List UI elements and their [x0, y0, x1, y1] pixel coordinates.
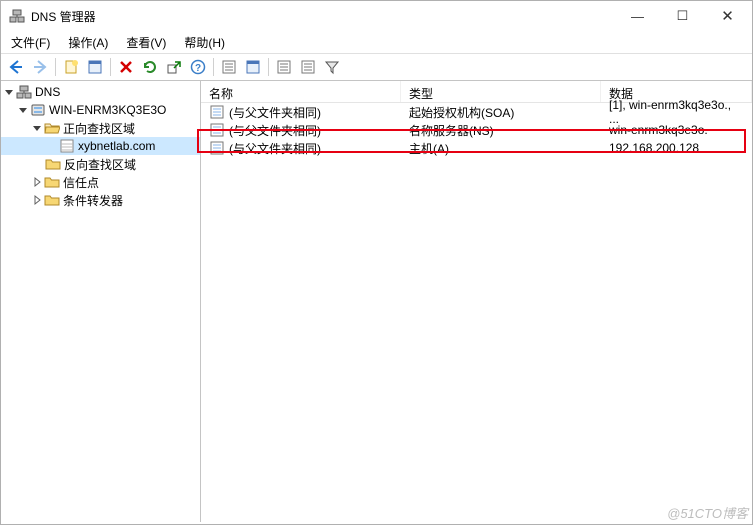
- dns-icon: [16, 84, 32, 100]
- record-list: 名称 类型 数据 (与父文件夹相同) 起始授权机构(SOA) [1], win-…: [201, 81, 752, 522]
- twisty-icon[interactable]: [31, 122, 43, 134]
- menu-view[interactable]: 查看(V): [118, 32, 174, 53]
- twisty-icon[interactable]: [31, 194, 43, 206]
- new-button[interactable]: [60, 56, 82, 78]
- twisty-icon[interactable]: [3, 86, 15, 98]
- delete-button[interactable]: [115, 56, 137, 78]
- properties-button[interactable]: [84, 56, 106, 78]
- view-list-button[interactable]: [218, 56, 240, 78]
- record-row[interactable]: (与父文件夹相同) 起始授权机构(SOA) [1], win-enrm3kq3e…: [201, 103, 752, 121]
- app-icon: [9, 8, 25, 24]
- column-name[interactable]: 名称: [201, 81, 401, 102]
- forward-button[interactable]: [29, 56, 51, 78]
- zone-icon: [59, 138, 75, 154]
- record-icon: [209, 140, 225, 156]
- tree-server[interactable]: WIN-ENRM3KQ3E3O: [1, 101, 200, 119]
- tree-trust-points[interactable]: 信任点: [1, 173, 200, 191]
- tree-label: 条件转发器: [63, 192, 123, 209]
- menu-help[interactable]: 帮助(H): [176, 32, 233, 53]
- toolbar-separator: [213, 58, 214, 76]
- toolbar: [1, 53, 752, 81]
- twisty-icon[interactable]: [17, 104, 29, 116]
- record-name: (与父文件夹相同): [229, 104, 321, 121]
- title-bar: DNS 管理器 — ☐ ✕: [1, 1, 752, 31]
- folder-icon: [45, 156, 61, 172]
- window-title: DNS 管理器: [31, 8, 615, 25]
- record-row[interactable]: (与父文件夹相同) 主机(A) 192.168.200.128: [201, 139, 752, 157]
- watermark: @51CTO博客: [667, 503, 748, 522]
- folder-icon: [44, 192, 60, 208]
- record-icon: [209, 122, 225, 138]
- tree-forward-lookup[interactable]: 正向查找区域: [1, 119, 200, 137]
- menu-action[interactable]: 操作(A): [60, 32, 116, 53]
- tree-root-dns[interactable]: DNS: [1, 83, 200, 101]
- record-name: (与父文件夹相同): [229, 122, 321, 139]
- tree-label: WIN-ENRM3KQ3E3O: [49, 103, 166, 117]
- menu-file[interactable]: 文件(F): [3, 32, 58, 53]
- folder-icon: [44, 174, 60, 190]
- back-button[interactable]: [5, 56, 27, 78]
- record-name: (与父文件夹相同): [229, 140, 321, 157]
- tree-conditional-forwarders[interactable]: 条件转发器: [1, 191, 200, 209]
- close-button[interactable]: ✕: [705, 2, 750, 30]
- tree-reverse-lookup[interactable]: 反向查找区域: [1, 155, 200, 173]
- tree-label: 正向查找区域: [63, 120, 135, 137]
- server-icon: [30, 102, 46, 118]
- tree-label: DNS: [35, 85, 60, 99]
- column-type[interactable]: 类型: [401, 81, 601, 102]
- twisty-icon[interactable]: [31, 176, 43, 188]
- record-row[interactable]: (与父文件夹相同) 名称服务器(NS) win-enrm3kq3e3o.: [201, 121, 752, 139]
- help-button[interactable]: [187, 56, 209, 78]
- filter-button[interactable]: [321, 56, 343, 78]
- toolbar-separator: [110, 58, 111, 76]
- tree-zone[interactable]: xybnetlab.com: [1, 137, 200, 155]
- refresh-button[interactable]: [139, 56, 161, 78]
- view-details-button[interactable]: [242, 56, 264, 78]
- maximize-button[interactable]: ☐: [660, 2, 705, 30]
- record-type: 主机(A): [401, 140, 601, 157]
- toolbar-separator: [55, 58, 56, 76]
- tree-view[interactable]: DNS WIN-ENRM3KQ3E3O 正向查找区域 xybnetlab.com…: [1, 81, 201, 522]
- record-type: 名称服务器(NS): [401, 122, 601, 139]
- record-data: [1], win-enrm3kq3e3o., ...: [601, 98, 752, 126]
- tree-label: xybnetlab.com: [78, 139, 155, 153]
- folder-open-icon: [44, 120, 60, 136]
- record-data: 192.168.200.128: [601, 141, 752, 155]
- record-data: win-enrm3kq3e3o.: [601, 123, 752, 137]
- export-button[interactable]: [163, 56, 185, 78]
- menu-bar: 文件(F) 操作(A) 查看(V) 帮助(H): [1, 31, 752, 53]
- toolbar-separator: [268, 58, 269, 76]
- record-icon: [209, 104, 225, 120]
- tree-label: 反向查找区域: [64, 156, 136, 173]
- record-type: 起始授权机构(SOA): [401, 104, 601, 121]
- minimize-button[interactable]: —: [615, 2, 660, 30]
- tree-label: 信任点: [63, 174, 99, 191]
- view-column2-button[interactable]: [297, 56, 319, 78]
- view-column1-button[interactable]: [273, 56, 295, 78]
